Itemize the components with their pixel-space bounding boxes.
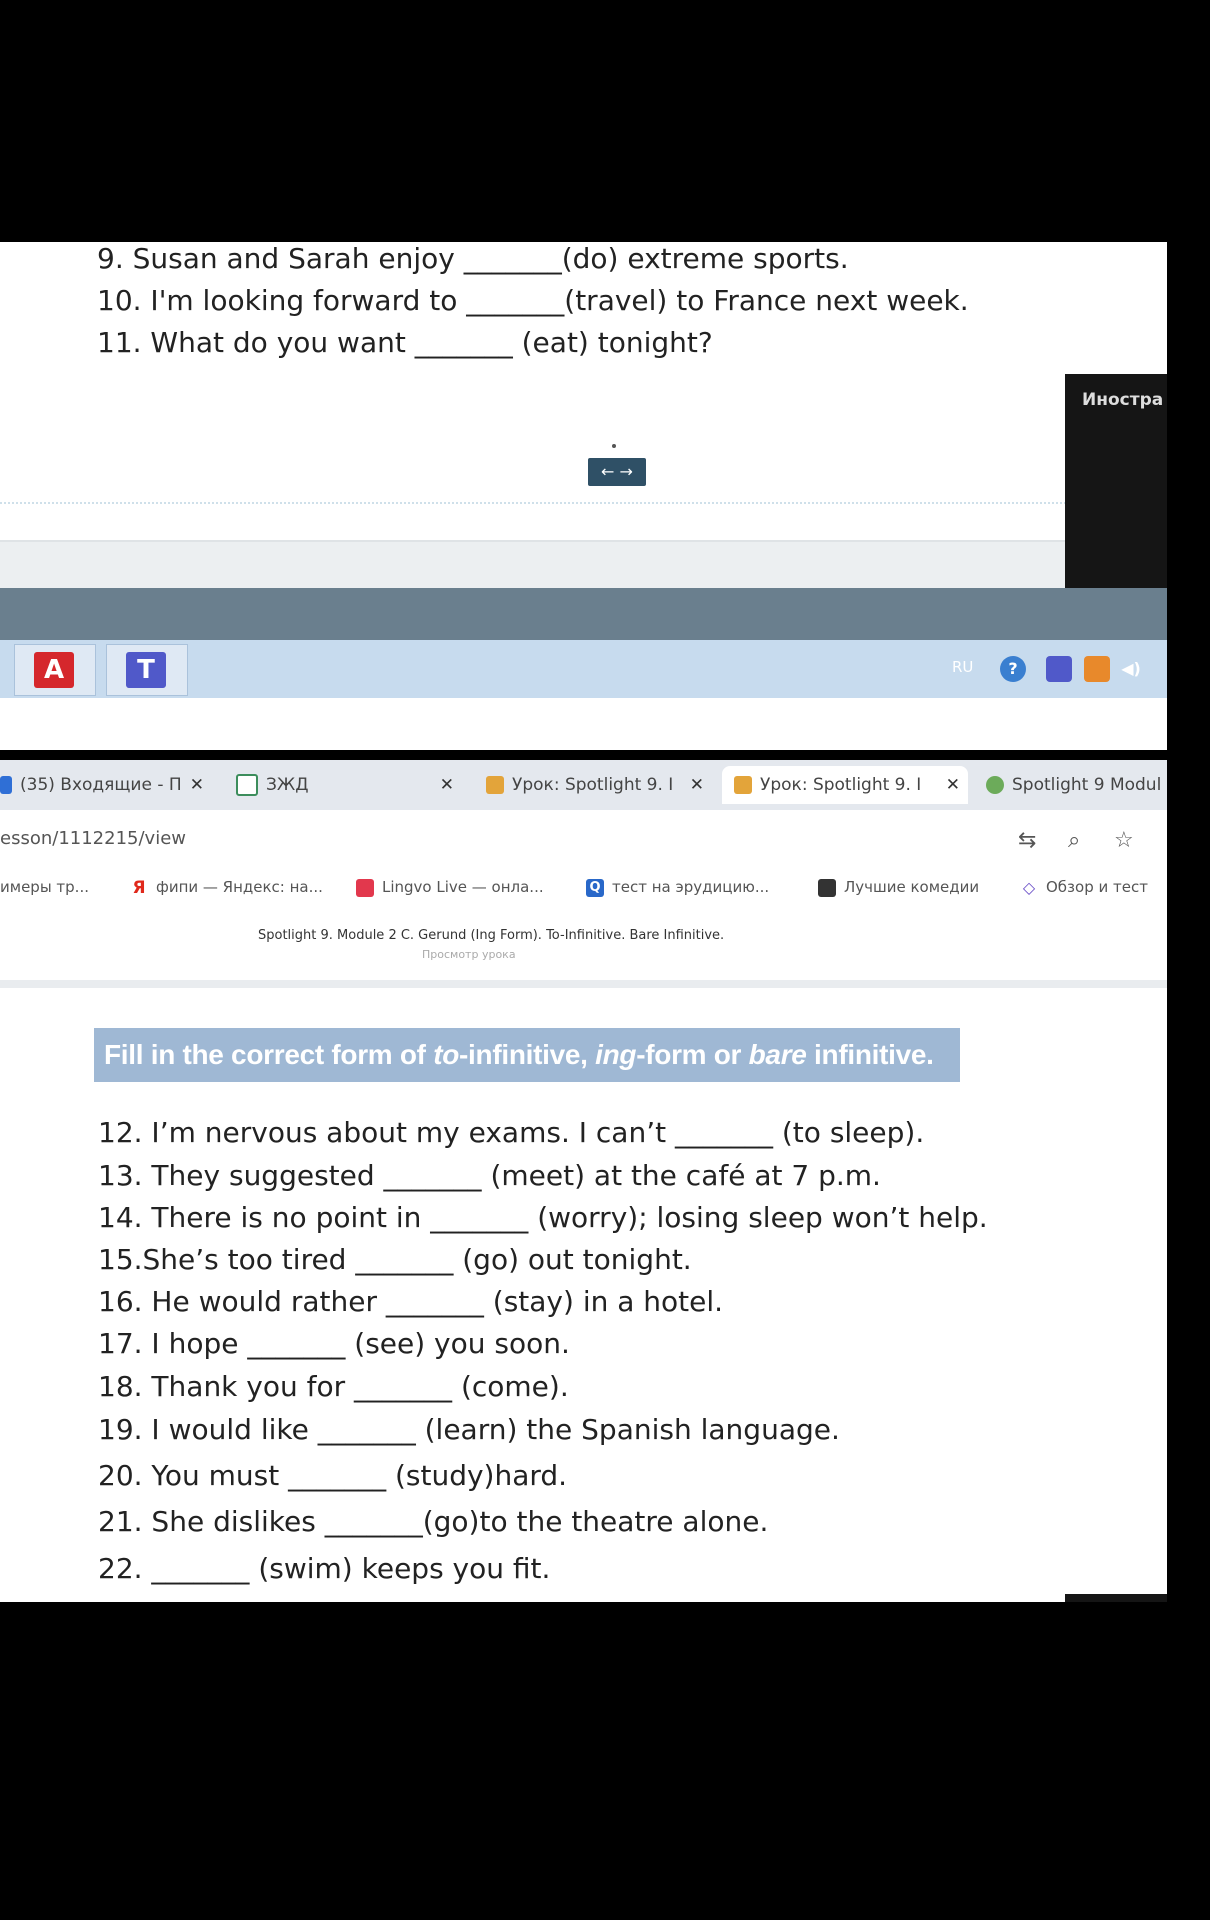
close-icon[interactable]: ✕ bbox=[440, 766, 454, 804]
bookmark-erudition-test[interactable]: Qтест на эрудицию... bbox=[586, 878, 769, 897]
tab-label: Урок: Spotlight 9. I bbox=[512, 775, 674, 795]
teams-tray-icon[interactable] bbox=[1046, 656, 1072, 682]
volume-icon[interactable]: ◀) bbox=[1118, 656, 1144, 682]
exercise-line-18: 18. Thank you for _______ (come). bbox=[98, 1370, 569, 1403]
teams-icon: T bbox=[126, 652, 166, 688]
tab-lesson-1[interactable]: Урок: Spotlight 9. I ✕ bbox=[486, 766, 712, 804]
lesson-icon bbox=[734, 776, 752, 794]
window-gap bbox=[0, 698, 1167, 750]
taskbar-acrobat-button[interactable]: A bbox=[14, 644, 96, 696]
url-text[interactable]: esson/1112215/view bbox=[0, 828, 186, 849]
language-indicator[interactable]: RU bbox=[952, 658, 973, 676]
exercise-line-13: 13. They suggested _______ (meet) at the… bbox=[98, 1159, 881, 1192]
grey-panel bbox=[0, 540, 1070, 590]
video-overlay-label: Иностра bbox=[1082, 390, 1164, 410]
bookmark-fipi[interactable]: Яфипи — Яндекс: на... bbox=[130, 877, 322, 898]
exercise-line-9: 9. Susan and Sarah enjoy _______(do) ext… bbox=[97, 242, 849, 275]
tab-spotlight-module[interactable]: Spotlight 9 Modul bbox=[986, 766, 1167, 804]
tab-label: (35) Входящие - П bbox=[20, 775, 182, 795]
lesson-view-link[interactable]: Просмотр урока bbox=[422, 948, 516, 961]
document-icon bbox=[236, 774, 258, 796]
diamond-icon: ◇ bbox=[1020, 878, 1038, 897]
exercise-line-10: 10. I'm looking forward to _______(trave… bbox=[97, 284, 969, 317]
tab-label: ЗЖД bbox=[266, 775, 309, 795]
exercise-line-20: 20. You must _______ (study)hard. bbox=[98, 1459, 568, 1492]
taskbar: A T RU ? ◀) bbox=[0, 640, 1167, 698]
close-icon[interactable]: ✕ bbox=[690, 766, 704, 804]
exercise-line-22: 22. _______ (swim) keeps you fit. bbox=[98, 1552, 551, 1585]
yandex-icon: Я bbox=[132, 877, 146, 898]
site-icon bbox=[986, 776, 1004, 794]
slide-nav-arrows[interactable]: ← → bbox=[588, 458, 646, 486]
exercise-line-12: 12. I’m nervous about my exams. I can’t … bbox=[98, 1116, 925, 1149]
dotted-divider bbox=[0, 502, 1070, 504]
close-icon[interactable]: ✕ bbox=[946, 766, 960, 804]
bookmark-comedies[interactable]: Лучшие комедии bbox=[818, 878, 979, 897]
exercise-line-15: 15.She’s too tired _______ (go) out toni… bbox=[98, 1243, 692, 1276]
lesson-header: Spotlight 9. Module 2 C. Gerund (Ing For… bbox=[0, 912, 1167, 988]
tab-label: Spotlight 9 Modul bbox=[1012, 775, 1162, 795]
browser-tab-strip: (35) Входящие - П ✕ ЗЖД ✕ Урок: Spotligh… bbox=[0, 760, 1167, 810]
worksheet-bottom: Fill in the correct form of to-infinitiv… bbox=[0, 988, 1167, 1602]
tab-inbox[interactable]: (35) Входящие - П ✕ bbox=[0, 766, 212, 804]
mail-icon bbox=[0, 776, 12, 794]
exercise-line-21: 21. She dislikes _______(go)to the theat… bbox=[98, 1505, 769, 1538]
video-overlay[interactable] bbox=[1065, 374, 1167, 614]
tab-label: Урок: Spotlight 9. I bbox=[760, 775, 922, 795]
taskbar-teams-button[interactable]: T bbox=[106, 644, 188, 696]
exercise-line-19: 19. I would like _______ (learn) the Spa… bbox=[98, 1413, 840, 1446]
tab-lesson-active[interactable]: Урок: Spotlight 9. I ✕ bbox=[722, 766, 968, 804]
instruction-banner: Fill in the correct form of to-infinitiv… bbox=[94, 1028, 960, 1082]
close-icon[interactable]: ✕ bbox=[190, 766, 204, 804]
help-icon[interactable]: ? bbox=[1000, 656, 1026, 682]
bookmark-review[interactable]: ◇ Обзор и тест bbox=[1020, 878, 1148, 897]
lingvo-icon bbox=[356, 878, 374, 897]
star-icon[interactable]: ☆ bbox=[1114, 828, 1134, 853]
film-icon bbox=[818, 878, 836, 897]
bookmark-examples[interactable]: имеры тр... bbox=[0, 878, 89, 896]
exercise-line-11: 11. What do you want _______ (eat) tonig… bbox=[97, 326, 713, 359]
acrobat-icon: A bbox=[34, 652, 74, 688]
bookmark-lingvo[interactable]: Lingvo Live — онла... bbox=[356, 878, 544, 897]
zoom-icon[interactable]: ⌕ bbox=[1068, 828, 1080, 853]
search-icon: Q bbox=[586, 878, 604, 897]
notification-tray-icon[interactable] bbox=[1084, 656, 1110, 682]
worksheet-top: 9. Susan and Sarah enjoy _______(do) ext… bbox=[0, 242, 1167, 588]
lesson-title: Spotlight 9. Module 2 C. Gerund (Ing For… bbox=[258, 928, 725, 943]
bookmarks-bar: имеры тр... Яфипи — Яндекс: на... Lingvo… bbox=[0, 870, 1167, 912]
video-overlay-edge bbox=[1065, 1594, 1167, 1602]
translate-icon[interactable]: ⇆ bbox=[1018, 828, 1036, 853]
address-bar[interactable]: esson/1112215/view ⇆ ⌕ ☆ bbox=[0, 810, 1167, 876]
tab-zzhd[interactable]: ЗЖД ✕ bbox=[236, 766, 462, 804]
lesson-icon bbox=[486, 776, 504, 794]
window-frame-bar bbox=[0, 588, 1167, 640]
nav-dot bbox=[612, 444, 616, 448]
exercise-line-16: 16. He would rather _______ (stay) in a … bbox=[98, 1285, 724, 1318]
exercise-line-14: 14. There is no point in _______ (worry)… bbox=[98, 1201, 988, 1234]
exercise-line-17: 17. I hope _______ (see) you soon. bbox=[98, 1327, 570, 1360]
